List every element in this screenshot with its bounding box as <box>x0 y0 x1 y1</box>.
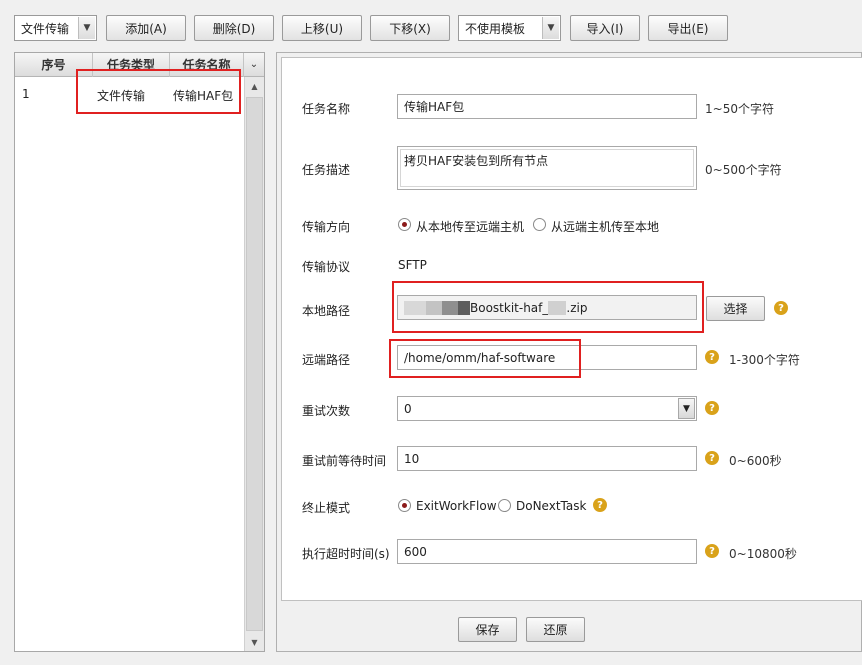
stop-mode-option2-label[interactable]: DoNextTask <box>516 499 586 513</box>
scroll-up-icon[interactable]: ▲ <box>245 77 264 95</box>
task-list-grid: 序号 任务类型 任务名称 ⌄ 1 文件传输 传输HAF包 ▲ ▼ <box>14 52 265 652</box>
move-up-button[interactable]: 上移(U) <box>282 15 362 41</box>
row-name: 传输HAF包 <box>173 89 234 103</box>
scroll-down-icon[interactable]: ▼ <box>245 633 264 651</box>
column-header-name[interactable]: 任务名称 <box>170 53 244 77</box>
row-index: 1 <box>22 87 30 101</box>
grid-header: 序号 任务类型 任务名称 ⌄ <box>15 53 264 77</box>
redacted-path-block <box>458 300 470 315</box>
task-type-select-value: 文件传输 <box>21 21 70 36</box>
direction-option2-label[interactable]: 从远端主机传至本地 <box>551 218 659 235</box>
task-name-input[interactable]: 传输HAF包 <box>397 94 697 119</box>
stop-mode-label: 终止模式 <box>302 501 351 515</box>
delete-button[interactable]: 删除(D) <box>194 15 274 41</box>
template-select-value: 不使用模板 <box>465 21 526 36</box>
column-header-type[interactable]: 任务类型 <box>93 53 170 77</box>
chevron-down-icon[interactable]: ▼ <box>78 17 95 39</box>
move-down-button[interactable]: 下移(X) <box>370 15 450 41</box>
remote-path-input[interactable]: /home/omm/haf-software <box>397 345 697 370</box>
chevron-down-icon[interactable]: ▼ <box>678 398 695 419</box>
redacted-path-block <box>404 300 426 315</box>
task-form: 任务名称 传输HAF包 1~50个字符 任务描述 拷贝HAF安装包到所有节点 0… <box>281 57 862 601</box>
stop-mode-option1-label[interactable]: ExitWorkFlow <box>416 499 497 513</box>
protocol-value: SFTP <box>398 258 427 272</box>
import-button[interactable]: 导入(I) <box>570 15 640 41</box>
task-type-select[interactable]: 文件传输 ▼ <box>14 15 97 41</box>
column-header-index[interactable]: 序号 <box>15 53 93 77</box>
remote-path-label: 远端路径 <box>302 353 351 367</box>
column-chooser-icon[interactable]: ⌄ <box>244 53 264 77</box>
template-select[interactable]: 不使用模板 ▼ <box>458 15 561 41</box>
retry-count-value: 0 <box>404 401 412 416</box>
retry-wait-label: 重试前等待时间 <box>302 454 387 468</box>
help-icon[interactable]: ? <box>705 451 719 465</box>
add-button[interactable]: 添加(A) <box>106 15 186 41</box>
stop-mode-radio-exit[interactable] <box>398 499 411 512</box>
local-path-label: 本地路径 <box>302 304 351 318</box>
local-path-ext: .zip <box>566 300 588 315</box>
redacted-path-block <box>426 300 442 315</box>
remote-path-hint: 1-300个字符 <box>729 353 800 367</box>
direction-option1-label[interactable]: 从本地传至远端主机 <box>416 218 524 235</box>
redacted-path-block <box>442 300 458 315</box>
vertical-scrollbar[interactable]: ▲ ▼ <box>244 77 264 651</box>
timeout-hint: 0~10800秒 <box>729 547 797 561</box>
task-desc-label: 任务描述 <box>302 163 351 177</box>
retry-wait-hint: 0~600秒 <box>729 454 782 468</box>
row-type: 文件传输 <box>97 89 146 103</box>
local-path-input[interactable]: Boostkit-haf_ .zip <box>397 295 697 320</box>
stop-mode-radio-next[interactable] <box>498 499 511 512</box>
choose-file-button[interactable]: 选择 <box>706 296 765 321</box>
help-icon[interactable]: ? <box>705 544 719 558</box>
export-button[interactable]: 导出(E) <box>648 15 728 41</box>
retry-count-label: 重试次数 <box>302 404 351 418</box>
task-name-label: 任务名称 <box>302 102 351 116</box>
task-desc-textarea[interactable]: 拷贝HAF安装包到所有节点 <box>397 146 697 190</box>
task-detail-panel: 任务名称 传输HAF包 1~50个字符 任务描述 拷贝HAF安装包到所有节点 0… <box>276 52 862 652</box>
timeout-input[interactable]: 600 <box>397 539 697 564</box>
help-icon[interactable]: ? <box>705 350 719 364</box>
restore-button[interactable]: 还原 <box>526 617 585 642</box>
direction-radio-remote-to-local[interactable] <box>533 218 546 231</box>
task-name-hint: 1~50个字符 <box>705 102 774 116</box>
timeout-label: 执行超时时间(s) <box>302 547 390 561</box>
direction-radio-local-to-remote[interactable] <box>398 218 411 231</box>
redacted-path-block <box>548 300 567 315</box>
help-icon[interactable]: ? <box>774 301 788 315</box>
scroll-thumb[interactable] <box>246 97 263 631</box>
retry-count-select[interactable]: 0 ▼ <box>397 396 697 421</box>
local-path-text: Boostkit-haf_ <box>470 300 549 315</box>
task-desc-value: 拷贝HAF安装包到所有节点 <box>400 149 694 187</box>
chevron-down-icon[interactable]: ▼ <box>542 17 559 39</box>
help-icon[interactable]: ? <box>593 498 607 512</box>
table-row[interactable]: 1 文件传输 传输HAF包 <box>15 78 244 108</box>
direction-label: 传输方向 <box>302 220 351 234</box>
save-button[interactable]: 保存 <box>458 617 517 642</box>
protocol-label: 传输协议 <box>302 260 351 274</box>
task-desc-hint: 0~500个字符 <box>705 163 782 177</box>
help-icon[interactable]: ? <box>705 401 719 415</box>
retry-wait-input[interactable]: 10 <box>397 446 697 471</box>
